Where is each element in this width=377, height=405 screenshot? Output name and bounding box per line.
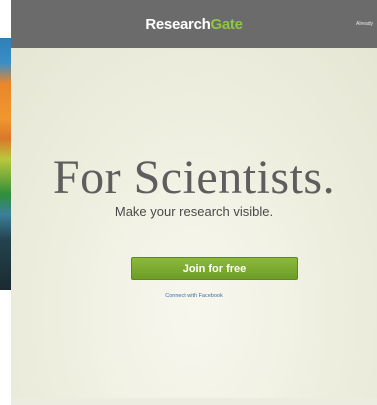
hero-title: For Scientists. <box>52 151 336 204</box>
connect-with-facebook-link[interactable]: Connect with Facebook <box>11 293 377 299</box>
join-for-free-button[interactable]: Join for free <box>131 257 298 280</box>
researchgate-logo[interactable]: ResearchGate <box>145 15 243 33</box>
hero-section: For Scientists. Make your research visib… <box>11 48 377 398</box>
footer-strip <box>11 398 377 405</box>
already-member-link[interactable]: Already <box>356 21 373 27</box>
logo-text-research: Research <box>145 15 211 33</box>
background-image-strip <box>0 38 11 290</box>
logo-text-gate: Gate <box>210 15 243 33</box>
top-header-bar: ResearchGate Already <box>11 0 377 48</box>
hero-subtitle: Make your research visible. <box>114 204 274 219</box>
